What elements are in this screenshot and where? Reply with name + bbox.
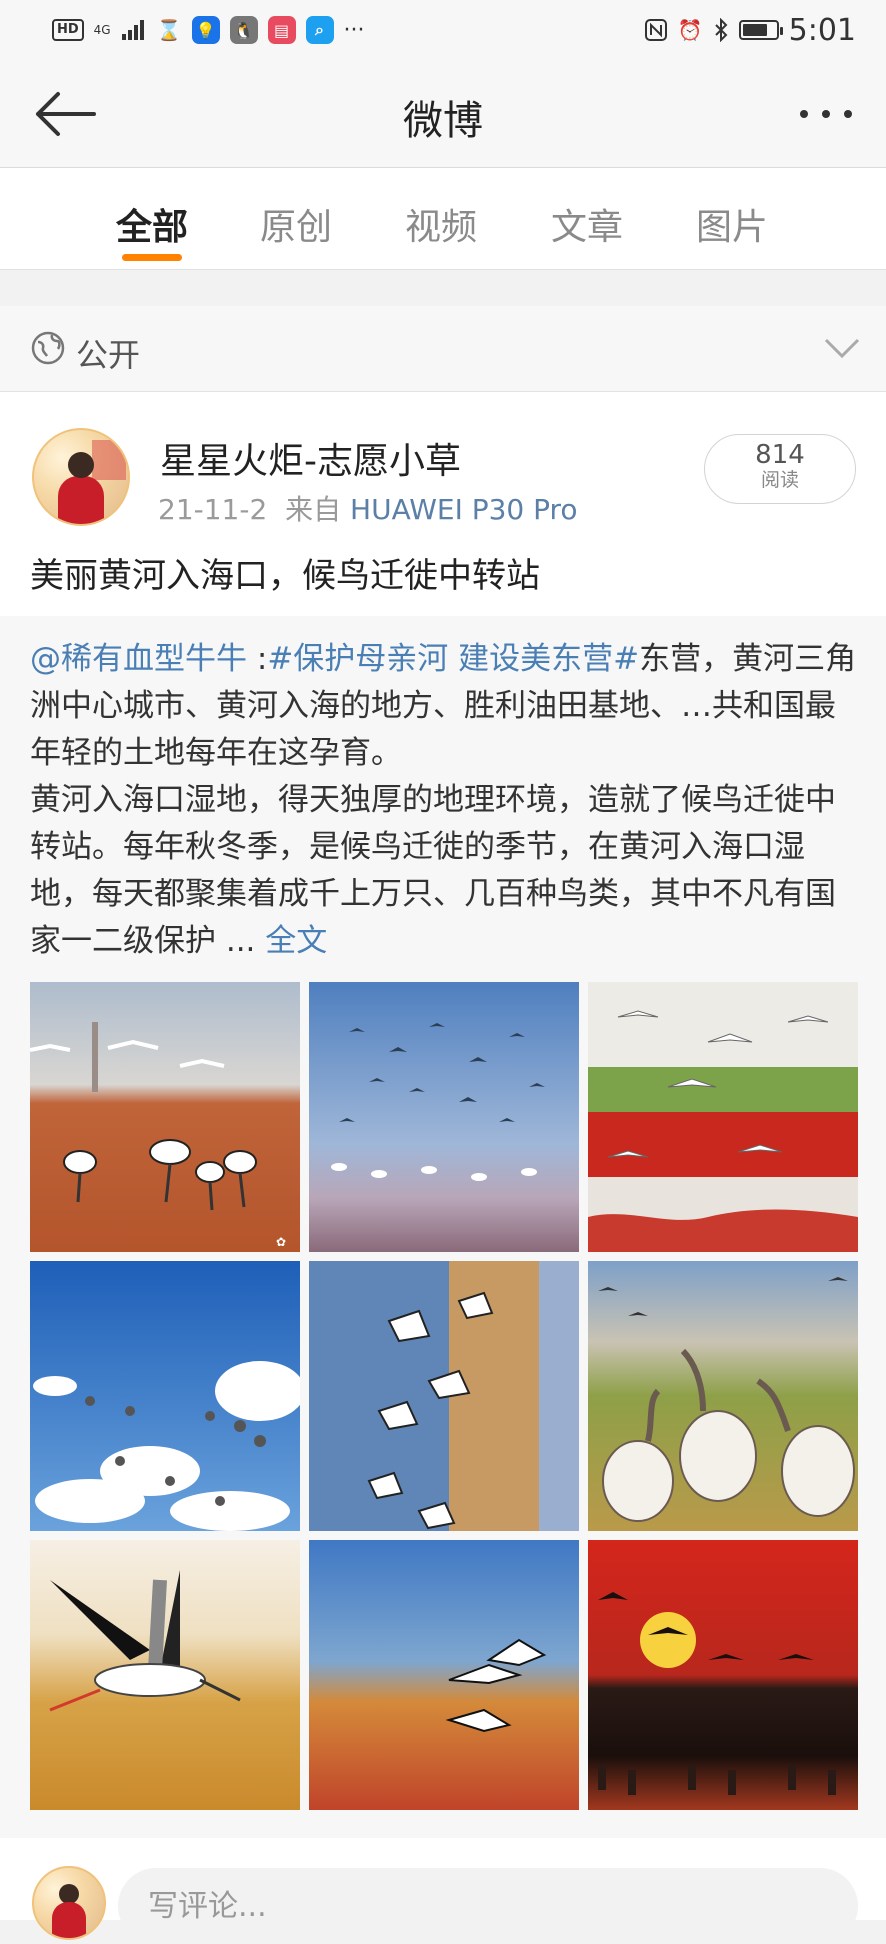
more-dots-icon (800, 110, 852, 118)
bluetooth-icon (713, 18, 729, 42)
source-prefix: 来自 (285, 493, 342, 526)
post-text: 美丽黄河入海口，候鸟迁徙中转站 (30, 556, 540, 596)
device-name[interactable]: HUAWEI P30 Pro (350, 493, 578, 526)
repost-text: @稀有血型牛牛 :#保护母亲河 建设美东营#东营，黄河三角洲中心城市、黄河入海的… (30, 636, 860, 965)
hourglass-icon: ⌛ (156, 18, 182, 42)
hd-indicator: HD (52, 19, 84, 41)
avatar[interactable] (32, 428, 130, 526)
hashtag-link[interactable]: #保护母亲河 建设美东营# (267, 641, 639, 677)
read-label: 阅读 (760, 469, 799, 491)
nfc-icon (644, 18, 668, 42)
page-title: 微博 (403, 98, 483, 144)
avatar-head (68, 452, 94, 478)
cranes-over-orange-land-photo[interactable] (309, 1540, 579, 1810)
search-app-icon: ⌕ (305, 16, 334, 44)
status-left: HD 4G ⌛ 💡 🐧 ▤ ⌕ ··· (52, 16, 365, 44)
title-bar: 微博 (0, 60, 886, 168)
repost-card[interactable]: @稀有血型牛牛 :#保护母亲河 建设美东营#东营，黄河三角洲中心城市、黄河入海的… (0, 616, 886, 1838)
cranes-in-flight-lake-photo[interactable] (309, 1261, 579, 1531)
more-notifications: ··· (343, 17, 365, 43)
tab-image[interactable]: 图片 (696, 198, 768, 250)
post-header: 星星火炬-志愿小草 21-11-2 来自 HUAWEI P30 Pro 814 … (0, 392, 886, 616)
network-type: 4G (93, 23, 111, 37)
comment-input[interactable] (118, 1868, 858, 1944)
full-text-link[interactable]: 全文 (265, 923, 327, 959)
repost-body: 东营，黄河三角洲中心城市、黄河入海的地方、胜利油田基地、…共和国最年轻的土地每年… (30, 641, 857, 959)
active-tab-indicator (122, 254, 182, 261)
clock: 5:01 (788, 12, 856, 48)
post-date: 21-11-2 (158, 493, 268, 526)
svg-text:✿: ✿ (276, 1235, 286, 1249)
mention-link[interactable]: @稀有血型牛牛 (30, 641, 247, 677)
status-right: ⏰ 5:01 (644, 13, 856, 48)
qq-app-icon: 🐧 (229, 16, 258, 44)
visibility-label: 公开 (76, 336, 141, 374)
repost-colon: : (247, 641, 268, 677)
sunset-swans-photo[interactable] (588, 1540, 858, 1810)
lightbulb-app-icon: 💡 (191, 16, 220, 44)
avatar-body (58, 476, 104, 524)
more-options-button[interactable] (796, 94, 856, 134)
commenter-avatar[interactable] (32, 1866, 106, 1940)
comment-bar (0, 1838, 886, 1944)
battery-level (742, 24, 767, 36)
egrets-over-red-marsh-photo[interactable] (588, 982, 858, 1252)
c-avatar-head (59, 1884, 79, 1904)
tab-all[interactable]: 全部 (116, 198, 188, 250)
chevron-down-icon (824, 338, 860, 359)
signal-icon (121, 19, 147, 41)
user-name[interactable]: 星星火炬-志愿小草 (160, 432, 461, 484)
read-count-badge: 814 阅读 (704, 434, 856, 504)
visibility-selector[interactable]: 公开 (0, 306, 886, 392)
tab-original[interactable]: 原创 (260, 198, 332, 250)
cranes-on-red-beach-photo[interactable]: ✿ (30, 982, 300, 1252)
filter-tabs: 全部 原创 视频 文章 图片 (0, 168, 886, 270)
c-avatar-body (52, 1902, 86, 1938)
cranes-in-grass-photo[interactable] (588, 1261, 858, 1531)
read-count: 814 (755, 440, 805, 470)
stork-flying-photo[interactable] (30, 1540, 300, 1810)
avatar-bg (92, 440, 126, 480)
book-app-icon: ▤ (267, 16, 296, 44)
battery-icon (738, 20, 783, 40)
post-meta: 21-11-2 来自 HUAWEI P30 Pro (158, 488, 578, 528)
tab-video[interactable]: 视频 (405, 198, 477, 250)
globe-icon (31, 331, 65, 365)
flock-over-water-photo[interactable] (309, 982, 579, 1252)
birds-in-blue-sky-photo[interactable] (30, 1261, 300, 1531)
tab-article[interactable]: 文章 (551, 198, 623, 250)
status-bar: HD 4G ⌛ 💡 🐧 ▤ ⌕ ··· ⏰ 5:01 (0, 0, 886, 60)
alarm-icon: ⏰ (677, 18, 703, 42)
